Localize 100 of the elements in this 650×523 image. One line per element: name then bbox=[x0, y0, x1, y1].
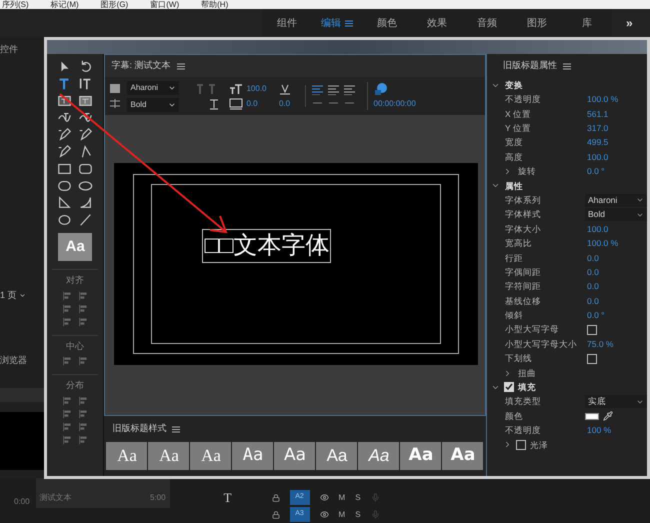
leading-icon[interactable] bbox=[278, 82, 291, 94]
tool-icon[interactable] bbox=[57, 127, 72, 142]
kerning-icon[interactable] bbox=[229, 98, 244, 110]
workspace-tab[interactable]: 效果 bbox=[427, 16, 447, 30]
kerning-value[interactable]: 0.0 bbox=[246, 98, 258, 110]
expand-icon[interactable] bbox=[503, 368, 512, 378]
color-swatch[interactable] bbox=[585, 412, 599, 420]
align-icon[interactable] bbox=[78, 316, 89, 326]
property-value[interactable]: 0.0 ° bbox=[587, 309, 605, 322]
property-value[interactable]: 317.0 bbox=[587, 122, 608, 135]
menu-icon[interactable] bbox=[172, 426, 180, 432]
panel-title[interactable]: 控件 bbox=[0, 43, 44, 56]
expand-icon[interactable] bbox=[503, 167, 512, 176]
tool-icon[interactable] bbox=[78, 161, 94, 176]
font-size-icon[interactable] bbox=[229, 82, 244, 94]
align-icon[interactable] bbox=[62, 422, 73, 432]
style-swatch[interactable]: Aa bbox=[148, 442, 190, 470]
property-value[interactable]: 100.0 bbox=[587, 222, 608, 236]
property-value[interactable]: 499.5 bbox=[587, 136, 608, 150]
style-swatch[interactable]: Aa bbox=[400, 442, 442, 470]
section-title[interactable]: 属性 bbox=[505, 180, 523, 192]
mute-toggle[interactable]: M bbox=[338, 492, 346, 504]
workspace-tab[interactable]: 组件 bbox=[277, 16, 297, 30]
overflow-button[interactable]: » bbox=[626, 14, 633, 32]
property-value[interactable]: 0.0 bbox=[587, 252, 599, 264]
align-text-icon[interactable] bbox=[312, 85, 323, 95]
timecode[interactable]: 00:00:00:00 bbox=[374, 98, 416, 110]
style-swatch[interactable]: Aa bbox=[106, 442, 148, 470]
style-dropdown[interactable]: Bold bbox=[127, 98, 180, 112]
tool-icon[interactable] bbox=[57, 144, 72, 159]
checkbox[interactable] bbox=[516, 440, 526, 450]
align-icon[interactable] bbox=[62, 396, 73, 406]
tool-icon[interactable] bbox=[57, 212, 72, 227]
leading-value[interactable]: 0.0 bbox=[278, 98, 290, 110]
tool-icon[interactable] bbox=[78, 212, 94, 227]
checkbox[interactable] bbox=[587, 354, 597, 364]
property-value[interactable]: 0.0 bbox=[587, 266, 599, 279]
section-title[interactable]: 填充 bbox=[518, 381, 536, 394]
menu-icon[interactable] bbox=[563, 62, 571, 70]
menu-item[interactable]: 图形(G) bbox=[100, 0, 128, 9]
tool-icon[interactable] bbox=[57, 161, 72, 176]
align-icon[interactable] bbox=[78, 396, 89, 406]
property-value[interactable]: 100.0 bbox=[587, 150, 608, 164]
property-value[interactable]: 100.0 % bbox=[587, 237, 618, 250]
lock-icon[interactable] bbox=[272, 494, 280, 502]
lock-icon[interactable] bbox=[272, 510, 280, 518]
checkbox[interactable] bbox=[504, 382, 514, 392]
menu-icon[interactable] bbox=[176, 62, 184, 70]
expand-icon[interactable] bbox=[503, 440, 512, 450]
tool-icon[interactable] bbox=[78, 110, 94, 125]
type-tool[interactable]: T bbox=[224, 488, 232, 508]
page-dropdown[interactable]: 1 页 bbox=[0, 288, 44, 302]
style-swatch[interactable]: Aa bbox=[358, 442, 400, 470]
property-dropdown[interactable]: Aharoni bbox=[585, 194, 647, 207]
align-icon[interactable] bbox=[78, 422, 89, 432]
tool-icon[interactable] bbox=[57, 178, 72, 193]
align-icon[interactable] bbox=[78, 434, 89, 444]
panel-title[interactable]: 浏览器 bbox=[0, 354, 44, 368]
align-text-icon[interactable] bbox=[328, 85, 339, 95]
property-value[interactable]: 0.0 bbox=[587, 280, 599, 294]
clip-card[interactable]: 测试文本 5:00 bbox=[36, 478, 170, 508]
property-value[interactable]: 561.1 bbox=[587, 108, 608, 120]
menu-icon[interactable] bbox=[345, 20, 353, 26]
align-icon[interactable] bbox=[62, 304, 73, 314]
style-swatch[interactable]: Aa bbox=[316, 442, 358, 470]
input-field[interactable] bbox=[0, 388, 44, 402]
align-icon[interactable] bbox=[78, 408, 89, 418]
align-icon[interactable] bbox=[78, 290, 89, 300]
tool-icon[interactable] bbox=[57, 195, 72, 210]
align-icon[interactable] bbox=[78, 304, 89, 314]
tool-icon[interactable] bbox=[78, 76, 94, 91]
style-swatch[interactable]: Aa bbox=[442, 442, 484, 470]
property-value[interactable]: 75.0 % bbox=[587, 338, 614, 351]
property-value[interactable]: 0.0 bbox=[587, 294, 599, 308]
tool-icon[interactable] bbox=[78, 93, 94, 108]
align-text-icon[interactable] bbox=[344, 85, 355, 95]
property-value[interactable]: 100.0 % bbox=[587, 93, 618, 106]
solo-toggle[interactable]: S bbox=[355, 492, 361, 504]
align-icon[interactable] bbox=[62, 408, 73, 418]
tab-stops-icon[interactable] bbox=[109, 98, 122, 109]
property-value[interactable]: 100 % bbox=[587, 424, 612, 437]
align-icon[interactable] bbox=[78, 356, 89, 366]
style-swatch[interactable]: Aa bbox=[190, 442, 232, 470]
checkbox[interactable] bbox=[587, 324, 597, 335]
menu-item[interactable]: 帮助(H) bbox=[201, 0, 228, 9]
property-value[interactable]: 0.0 ° bbox=[587, 165, 605, 178]
solo-toggle[interactable]: S bbox=[355, 508, 361, 520]
workspace-tab[interactable]: 音频 bbox=[477, 16, 497, 30]
tool-icon[interactable] bbox=[78, 195, 94, 210]
style-sample[interactable]: Aa bbox=[58, 233, 92, 261]
menu-item[interactable]: 序列(S) bbox=[2, 0, 29, 9]
align-icon[interactable] bbox=[62, 290, 73, 300]
property-dropdown[interactable]: Bold bbox=[585, 208, 647, 222]
title-text[interactable]: □□文本字体 bbox=[202, 229, 332, 263]
sync-icon[interactable] bbox=[320, 493, 329, 502]
text-box-icon[interactable] bbox=[109, 83, 122, 94]
mute-toggle[interactable]: M bbox=[338, 508, 346, 520]
section-title[interactable]: 变换 bbox=[505, 78, 523, 92]
sync-icon[interactable] bbox=[320, 510, 329, 519]
align-icon[interactable] bbox=[62, 356, 73, 366]
